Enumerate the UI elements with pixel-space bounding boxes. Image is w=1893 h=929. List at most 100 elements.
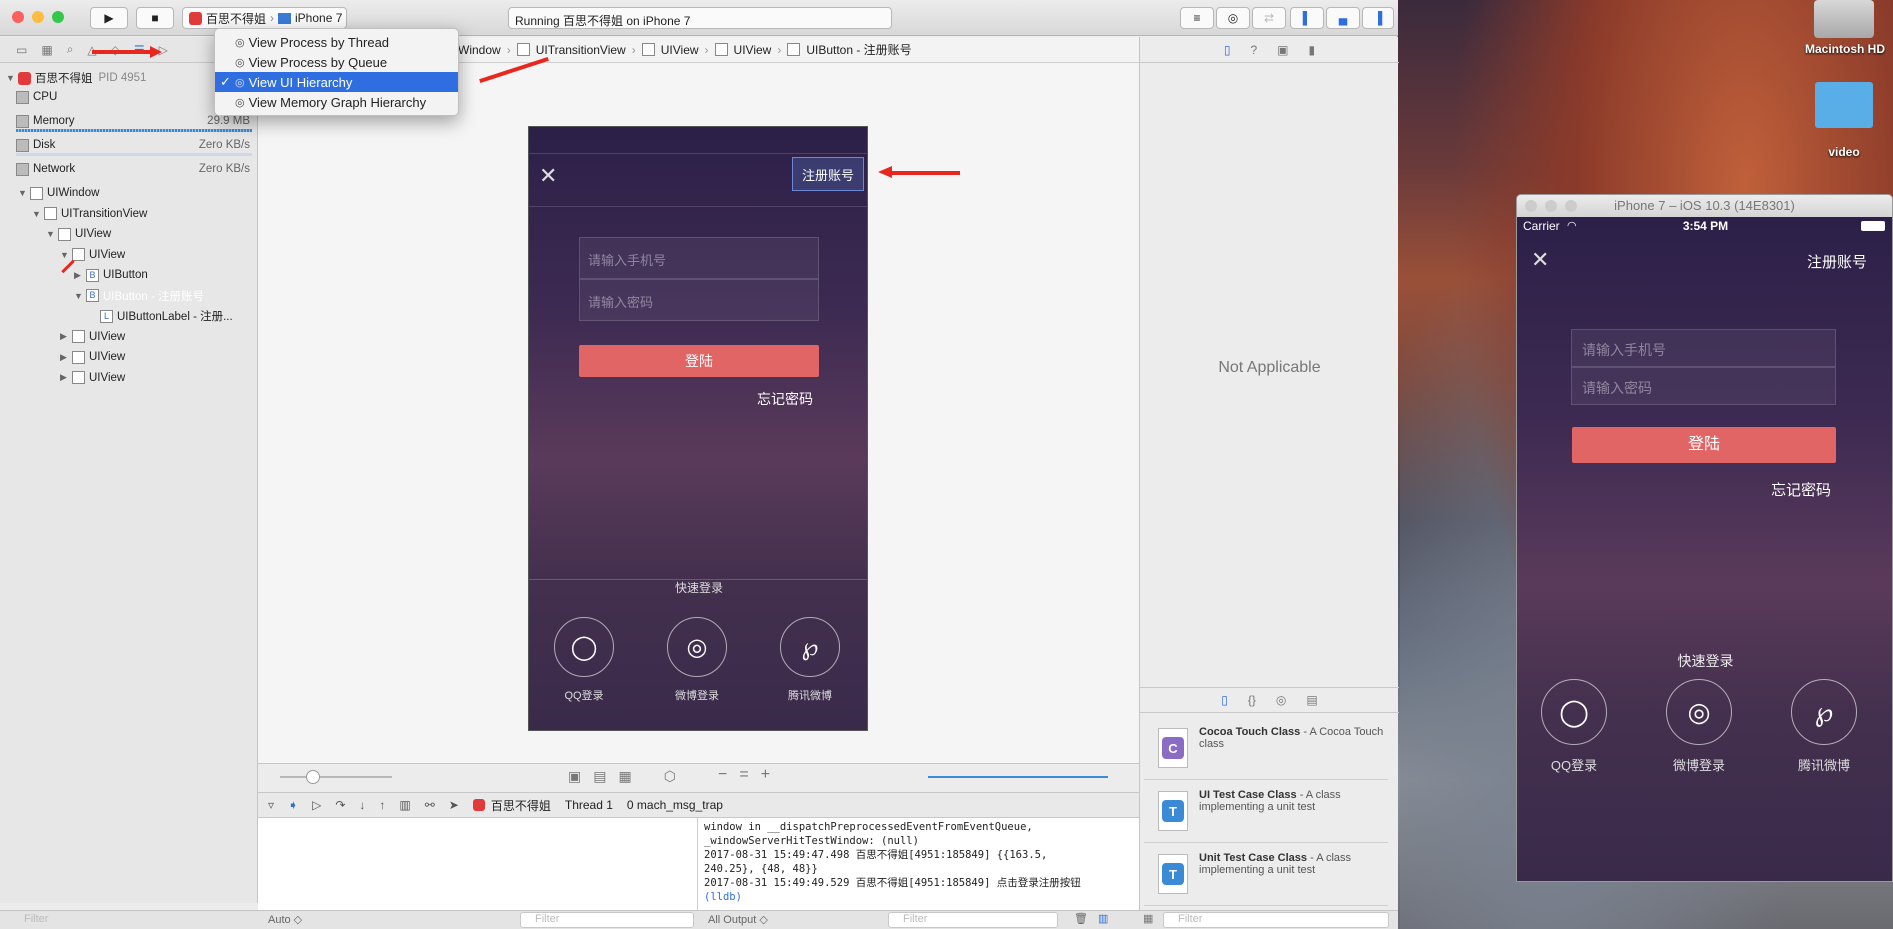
debug-app-label[interactable]: 百思不得姐 bbox=[491, 797, 551, 814]
version-editor-button[interactable]: ⇄ bbox=[1252, 7, 1286, 29]
object-library-icon[interactable]: ◎ bbox=[1276, 693, 1286, 707]
step-over-icon[interactable]: ↷ bbox=[335, 798, 345, 812]
continue-icon[interactable]: ▷ bbox=[312, 798, 321, 812]
tree-row[interactable]: ▼ B UIButton - 注册账号 bbox=[0, 286, 258, 306]
tree-row[interactable]: ▶ UIView bbox=[0, 347, 258, 367]
help-icon[interactable]: ? bbox=[1250, 43, 1257, 57]
weibo-icon[interactable]: ◎ bbox=[1666, 679, 1732, 745]
tree-row[interactable]: L UIButtonLabel - 注册... bbox=[0, 306, 258, 326]
variables-filter-input[interactable]: Filter bbox=[520, 912, 694, 928]
breadcrumb-item[interactable]: UITransitionView bbox=[536, 43, 626, 57]
zoom-window-button[interactable] bbox=[1565, 200, 1577, 212]
register-button[interactable]: 注册账号 bbox=[1807, 251, 1867, 272]
step-out-icon[interactable]: ↑ bbox=[379, 798, 385, 812]
range-slider[interactable] bbox=[928, 776, 1108, 778]
forgot-password-button[interactable]: 忘记密码 bbox=[757, 389, 813, 409]
zoom-reset-icon[interactable]: = bbox=[739, 766, 748, 784]
clip-icon[interactable]: ▣ bbox=[568, 768, 581, 785]
simulator-screen[interactable]: Carrier ◠ 3:54 PM ✕ 注册账号 请输入手机号 请输入密码 登陆… bbox=[1517, 217, 1892, 881]
tree-row[interactable]: ▼ UITransitionView bbox=[0, 204, 258, 224]
breadcrumb-item[interactable]: UIView bbox=[734, 43, 772, 57]
minimize-window-button[interactable] bbox=[1545, 200, 1557, 212]
step-into-icon[interactable]: ↓ bbox=[359, 798, 365, 812]
disclosure-icon[interactable]: ▼ bbox=[46, 229, 58, 239]
disclosure-icon[interactable]: ▶ bbox=[60, 372, 72, 383]
ui-hierarchy-preview[interactable]: ✕ 注册账号 请输入手机号 请输入密码 登陆 忘记密码 快速登录 ◯ QQ登录 ◎ 微… bbox=[528, 126, 868, 731]
gauge-2[interactable]: Disk Zero KB/s bbox=[0, 135, 258, 155]
tree-row[interactable]: ▶ UIView bbox=[0, 327, 258, 347]
tree-row[interactable]: ▶ UIView bbox=[0, 368, 258, 388]
login-button[interactable]: 登陆 bbox=[579, 345, 819, 377]
console-output-select[interactable]: All Output ◇ bbox=[708, 913, 768, 926]
memory-graph-icon[interactable]: ⚯ bbox=[425, 798, 435, 812]
zoom-in-icon[interactable]: + bbox=[761, 766, 770, 784]
password-input[interactable]: 请输入密码 bbox=[1571, 367, 1836, 405]
password-input[interactable]: 请输入密码 bbox=[579, 279, 819, 321]
library-item[interactable]: T Unit Test Case Class - A class implemen… bbox=[1144, 844, 1388, 906]
tree-row[interactable]: ▶ B UIButton bbox=[0, 265, 258, 285]
hide-debug-icon[interactable]: ▿ bbox=[268, 798, 274, 812]
tencent-weibo-icon[interactable]: ℘ bbox=[780, 617, 840, 677]
identity-inspector-icon[interactable]: ▣ bbox=[1277, 43, 1288, 57]
breadcrumb-item[interactable]: UIView bbox=[661, 43, 699, 57]
console-output[interactable]: window in __dispatchPreprocessedEventFro… bbox=[698, 818, 1139, 910]
minimize-window-button[interactable] bbox=[32, 11, 44, 23]
menu-item[interactable]: ◎ View Process by Thread bbox=[215, 32, 458, 52]
split-view-icon[interactable]: ▥ bbox=[1098, 912, 1108, 925]
toggle-debug-area-button[interactable]: ▄ bbox=[1326, 7, 1360, 29]
variables-scope-select[interactable]: Auto ◇ bbox=[268, 913, 302, 926]
close-icon[interactable]: ✕ bbox=[539, 163, 557, 189]
debug-thread-label[interactable]: Thread 1 bbox=[565, 798, 613, 812]
orientation-icon[interactable]: ⬡ bbox=[664, 768, 676, 785]
tree-row[interactable]: ▼ UIView bbox=[0, 224, 258, 244]
tree-row[interactable]: ▼ UIWindow bbox=[0, 183, 258, 203]
size-inspector-icon[interactable]: ▮ bbox=[1309, 43, 1316, 57]
gauge-3[interactable]: Network Zero KB/s bbox=[0, 159, 258, 179]
debug-frame-label[interactable]: 0 mach_msg_trap bbox=[627, 798, 723, 812]
folder-icon[interactable]: ▭ bbox=[16, 43, 27, 57]
frames-icon[interactable]: ▤ bbox=[593, 768, 606, 785]
phone-input[interactable]: 请输入手机号 bbox=[579, 237, 819, 279]
console-filter-input[interactable]: Filter bbox=[888, 912, 1058, 928]
close-window-button[interactable] bbox=[12, 11, 24, 23]
qq-icon[interactable]: ◯ bbox=[554, 617, 614, 677]
menu-item[interactable]: ◎ View Memory Graph Hierarchy bbox=[215, 92, 458, 112]
tree-row[interactable]: ▼ UIView bbox=[0, 245, 258, 265]
disclosure-icon[interactable]: ▶ bbox=[60, 352, 72, 363]
grid-icon[interactable]: ▦ bbox=[1143, 912, 1153, 925]
file-inspector-icon[interactable]: ▯ bbox=[1224, 43, 1231, 57]
disclosure-icon[interactable]: ▶ bbox=[74, 270, 86, 281]
stop-button[interactable]: ■ bbox=[136, 7, 174, 29]
location-icon[interactable]: ➤ bbox=[449, 798, 459, 812]
library-filter-input[interactable]: Filter bbox=[1163, 912, 1389, 928]
media-library-icon[interactable]: ▤ bbox=[1306, 693, 1317, 707]
disclosure-icon[interactable]: ▼ bbox=[74, 291, 86, 301]
qq-icon[interactable]: ◯ bbox=[1541, 679, 1607, 745]
close-icon[interactable]: ✕ bbox=[1531, 247, 1549, 273]
trash-icon[interactable]: 🗑 bbox=[1074, 912, 1088, 925]
scheme-selector[interactable]: 百思不得姐 › iPhone 7 bbox=[182, 7, 347, 29]
breadcrumb-item[interactable]: UIButton - 注册账号 bbox=[806, 41, 911, 58]
register-button[interactable]: 注册账号 bbox=[792, 157, 864, 191]
folder-icon[interactable] bbox=[1815, 82, 1873, 128]
view-hierarchy-icon[interactable]: ▥ bbox=[399, 798, 410, 812]
search-icon[interactable]: ⌕ bbox=[67, 42, 74, 57]
breadcrumb-item[interactable]: Window bbox=[458, 43, 501, 57]
disclosure-icon[interactable]: ▼ bbox=[18, 188, 30, 198]
login-button[interactable]: 登陆 bbox=[1572, 427, 1836, 463]
zoom-window-button[interactable] bbox=[52, 11, 64, 23]
breakpoints-toggle-icon[interactable]: ➧ bbox=[288, 798, 298, 812]
library-item[interactable]: C Cocoa Touch Class - A Cocoa Touch class bbox=[1144, 718, 1388, 780]
weibo-icon[interactable]: ◎ bbox=[667, 617, 727, 677]
code-snippet-library-icon[interactable]: {} bbox=[1248, 693, 1256, 707]
library-item[interactable]: T UI Test Case Class - A class implementi… bbox=[1144, 781, 1388, 843]
phone-input[interactable]: 请输入手机号 bbox=[1571, 329, 1836, 367]
disclosure-icon[interactable]: ▼ bbox=[32, 209, 44, 219]
disclosure-icon[interactable]: ▶ bbox=[60, 331, 72, 342]
hard-drive-icon[interactable] bbox=[1814, 0, 1874, 38]
menu-item[interactable]: ✓ ◎ View UI Hierarchy bbox=[215, 72, 458, 92]
file-template-library-icon[interactable]: ▯ bbox=[1221, 693, 1228, 707]
constraints-icon[interactable]: ▦ bbox=[618, 768, 631, 785]
standard-editor-button[interactable]: ≡ bbox=[1180, 7, 1214, 29]
run-button[interactable]: ▶ bbox=[90, 7, 128, 29]
